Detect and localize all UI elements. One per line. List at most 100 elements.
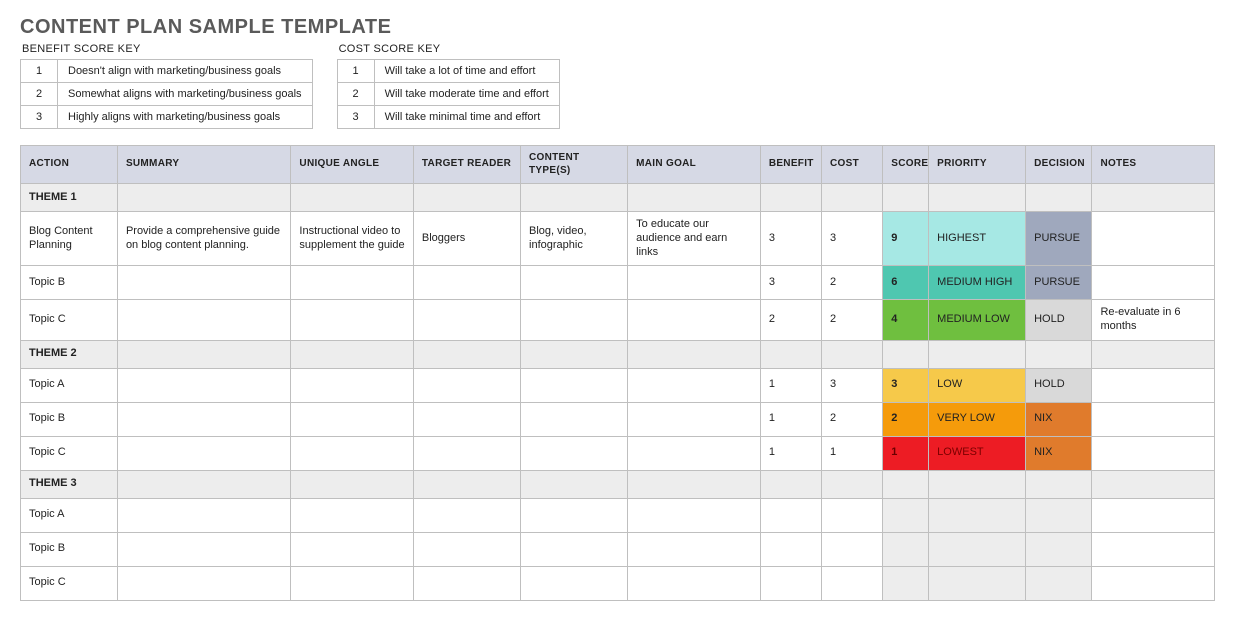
- cell-score[interactable]: 3: [883, 368, 929, 402]
- cell-summary[interactable]: [117, 266, 290, 300]
- cell-summary[interactable]: [117, 300, 290, 341]
- cell-summary[interactable]: [117, 402, 290, 436]
- cell-goal[interactable]: [628, 368, 761, 402]
- cell-score[interactable]: 9: [883, 212, 929, 266]
- cell-benefit[interactable]: 1: [760, 402, 821, 436]
- cell-action[interactable]: Topic B: [21, 532, 118, 566]
- cell-action[interactable]: Topic C: [21, 436, 118, 470]
- cell-types[interactable]: Blog, video, infographic: [521, 212, 628, 266]
- cell-cost[interactable]: 1: [822, 436, 883, 470]
- cell-types[interactable]: [521, 402, 628, 436]
- cell-decision[interactable]: [1026, 532, 1092, 566]
- cell-action[interactable]: Blog Content Planning: [21, 212, 118, 266]
- cell-action[interactable]: Topic B: [21, 402, 118, 436]
- cell-score[interactable]: [883, 532, 929, 566]
- cell-types[interactable]: [521, 566, 628, 600]
- cell-angle[interactable]: [291, 498, 413, 532]
- cell-action[interactable]: Topic A: [21, 368, 118, 402]
- cell-types[interactable]: [521, 266, 628, 300]
- cell-benefit[interactable]: 3: [760, 266, 821, 300]
- cell-summary[interactable]: [117, 566, 290, 600]
- cell-cost[interactable]: 2: [822, 402, 883, 436]
- cell-angle[interactable]: [291, 566, 413, 600]
- cell-score[interactable]: [883, 498, 929, 532]
- cell-score[interactable]: 4: [883, 300, 929, 341]
- cell-score[interactable]: 6: [883, 266, 929, 300]
- cell-action[interactable]: Topic C: [21, 300, 118, 341]
- cell-decision[interactable]: HOLD: [1026, 300, 1092, 341]
- cell-types[interactable]: [521, 498, 628, 532]
- cell-goal[interactable]: [628, 266, 761, 300]
- cell-decision[interactable]: [1026, 566, 1092, 600]
- cell-reader[interactable]: [413, 300, 520, 341]
- cell-cost[interactable]: 3: [822, 212, 883, 266]
- cell-benefit[interactable]: [760, 566, 821, 600]
- cell-goal[interactable]: [628, 566, 761, 600]
- cell-types[interactable]: [521, 368, 628, 402]
- cell-cost[interactable]: 3: [822, 368, 883, 402]
- cell-notes[interactable]: [1092, 402, 1215, 436]
- cell-reader[interactable]: [413, 266, 520, 300]
- cell-priority[interactable]: HIGHEST: [929, 212, 1026, 266]
- cell-types[interactable]: [521, 436, 628, 470]
- cell-benefit[interactable]: [760, 532, 821, 566]
- cell-reader[interactable]: [413, 402, 520, 436]
- cell-types[interactable]: [521, 300, 628, 341]
- cell-benefit[interactable]: 1: [760, 368, 821, 402]
- cell-goal[interactable]: [628, 498, 761, 532]
- cell-angle[interactable]: [291, 368, 413, 402]
- cell-goal[interactable]: [628, 436, 761, 470]
- cell-reader[interactable]: [413, 566, 520, 600]
- cell-action[interactable]: Topic A: [21, 498, 118, 532]
- cell-priority[interactable]: LOWEST: [929, 436, 1026, 470]
- cell-priority[interactable]: LOW: [929, 368, 1026, 402]
- cell-cost[interactable]: [822, 532, 883, 566]
- cell-goal[interactable]: To educate our audience and earn links: [628, 212, 761, 266]
- cell-decision[interactable]: HOLD: [1026, 368, 1092, 402]
- cell-cost[interactable]: 2: [822, 300, 883, 341]
- cell-score[interactable]: [883, 566, 929, 600]
- cell-score[interactable]: 1: [883, 436, 929, 470]
- cell-summary[interactable]: [117, 532, 290, 566]
- cell-decision[interactable]: [1026, 498, 1092, 532]
- cell-priority[interactable]: [929, 566, 1026, 600]
- cell-summary[interactable]: [117, 436, 290, 470]
- cell-types[interactable]: [521, 532, 628, 566]
- cell-notes[interactable]: [1092, 566, 1215, 600]
- cell-angle[interactable]: [291, 436, 413, 470]
- cell-goal[interactable]: [628, 300, 761, 341]
- cell-summary[interactable]: [117, 498, 290, 532]
- cell-decision[interactable]: NIX: [1026, 402, 1092, 436]
- cell-reader[interactable]: Bloggers: [413, 212, 520, 266]
- cell-notes[interactable]: [1092, 212, 1215, 266]
- cell-benefit[interactable]: [760, 498, 821, 532]
- cell-notes[interactable]: [1092, 266, 1215, 300]
- cell-angle[interactable]: [291, 532, 413, 566]
- cell-benefit[interactable]: 3: [760, 212, 821, 266]
- cell-notes[interactable]: [1092, 498, 1215, 532]
- cell-reader[interactable]: [413, 498, 520, 532]
- cell-summary[interactable]: Provide a comprehensive guide on blog co…: [117, 212, 290, 266]
- cell-priority[interactable]: [929, 532, 1026, 566]
- cell-goal[interactable]: [628, 532, 761, 566]
- cell-angle[interactable]: [291, 402, 413, 436]
- cell-notes[interactable]: [1092, 436, 1215, 470]
- cell-decision[interactable]: PURSUE: [1026, 266, 1092, 300]
- cell-reader[interactable]: [413, 532, 520, 566]
- cell-benefit[interactable]: 1: [760, 436, 821, 470]
- cell-angle[interactable]: [291, 300, 413, 341]
- cell-action[interactable]: Topic B: [21, 266, 118, 300]
- cell-decision[interactable]: PURSUE: [1026, 212, 1092, 266]
- cell-priority[interactable]: MEDIUM HIGH: [929, 266, 1026, 300]
- cell-cost[interactable]: [822, 566, 883, 600]
- cell-summary[interactable]: [117, 368, 290, 402]
- cell-angle[interactable]: Instructional video to supplement the gu…: [291, 212, 413, 266]
- cell-cost[interactable]: [822, 498, 883, 532]
- cell-priority[interactable]: MEDIUM LOW: [929, 300, 1026, 341]
- cell-cost[interactable]: 2: [822, 266, 883, 300]
- cell-notes[interactable]: [1092, 368, 1215, 402]
- cell-notes[interactable]: Re-evaluate in 6 months: [1092, 300, 1215, 341]
- cell-action[interactable]: Topic C: [21, 566, 118, 600]
- cell-priority[interactable]: VERY LOW: [929, 402, 1026, 436]
- cell-angle[interactable]: [291, 266, 413, 300]
